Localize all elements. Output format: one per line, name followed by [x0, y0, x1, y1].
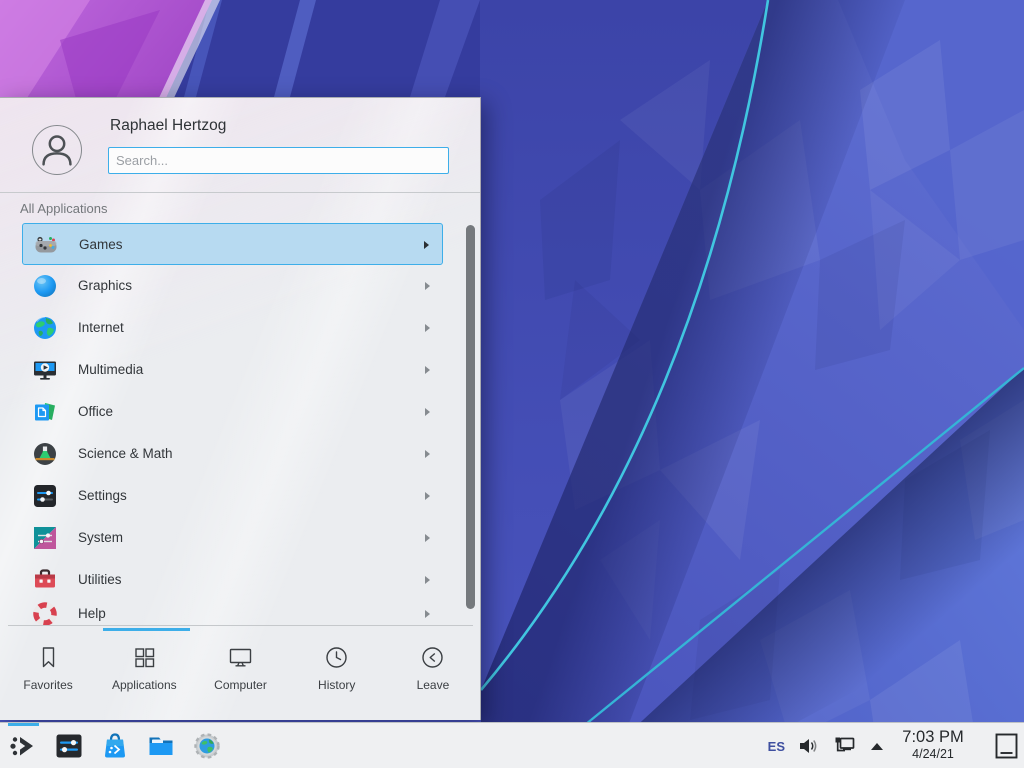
- submenu-arrow-icon: [425, 408, 430, 416]
- category-label: Help: [78, 593, 106, 625]
- active-launcher-indicator: [8, 723, 39, 726]
- internet-icon: [32, 315, 58, 341]
- search-input[interactable]: [108, 147, 449, 174]
- category-label: Multimedia: [78, 349, 143, 391]
- active-tab-indicator: [103, 628, 190, 631]
- expand-tray-caret-icon[interactable]: [870, 742, 884, 751]
- submenu-arrow-icon: [425, 450, 430, 458]
- submenu-arrow-icon: [425, 576, 430, 584]
- file-manager-icon[interactable]: [146, 731, 176, 761]
- app-launcher-icon[interactable]: [8, 731, 38, 761]
- category-games[interactable]: Games: [22, 223, 443, 265]
- graphics-icon: [32, 273, 58, 299]
- help-icon: [32, 601, 58, 625]
- category-label: Office: [78, 391, 113, 433]
- kickoff-tabbar: Favorites Applications Computer: [0, 632, 481, 721]
- submenu-arrow-icon: [425, 610, 430, 618]
- clock-date: 4/24/21: [888, 747, 978, 762]
- utilities-icon: [32, 567, 58, 593]
- tab-leave[interactable]: Leave: [385, 632, 481, 721]
- footer-divider: [8, 625, 473, 626]
- category-label: Settings: [78, 475, 127, 517]
- clock-time: 7:03 PM: [888, 727, 978, 747]
- history-icon: [323, 644, 350, 671]
- tab-history[interactable]: History: [289, 632, 385, 721]
- category-label: Games: [79, 224, 123, 266]
- network-icon[interactable]: [833, 735, 857, 757]
- discover-icon[interactable]: [100, 731, 130, 761]
- digital-clock[interactable]: 7:03 PM 4/24/21: [888, 727, 978, 762]
- category-graphics[interactable]: Graphics: [22, 265, 443, 307]
- category-label: Graphics: [78, 265, 132, 307]
- tab-applications[interactable]: Applications: [96, 632, 192, 721]
- tab-label: Applications: [112, 678, 177, 692]
- category-list: Games Graphics: [22, 223, 443, 625]
- section-label: All Applications: [20, 201, 107, 216]
- web-browser-icon[interactable]: [192, 731, 222, 761]
- submenu-arrow-icon: [425, 366, 430, 374]
- tab-label: History: [318, 678, 355, 692]
- show-desktop-button[interactable]: [992, 731, 1020, 761]
- submenu-arrow-icon: [425, 534, 430, 542]
- category-science-math[interactable]: Science & Math: [22, 433, 443, 475]
- category-multimedia[interactable]: Multimedia: [22, 349, 443, 391]
- header-divider: [0, 192, 480, 193]
- taskbar-launchers: [8, 731, 222, 761]
- system-settings-icon[interactable]: [54, 731, 84, 761]
- submenu-arrow-icon: [425, 492, 430, 500]
- system-tray: ES: [768, 723, 884, 768]
- user-name: Raphael Hertzog: [110, 117, 226, 135]
- submenu-arrow-icon: [425, 282, 430, 290]
- category-label: Science & Math: [78, 433, 173, 475]
- category-label: Internet: [78, 307, 124, 349]
- science-icon: [32, 441, 58, 467]
- office-icon: [32, 399, 58, 425]
- tab-computer[interactable]: Computer: [192, 632, 288, 721]
- favorites-icon: [35, 644, 62, 671]
- applications-icon: [131, 644, 158, 671]
- category-internet[interactable]: Internet: [22, 307, 443, 349]
- leave-icon: [419, 644, 446, 671]
- application-launcher-menu: Raphael Hertzog All Applications Games: [0, 97, 481, 720]
- tab-label: Leave: [417, 678, 450, 692]
- taskbar-panel: ES 7:03 PM 4/24/21: [0, 722, 1024, 768]
- category-system[interactable]: System: [22, 517, 443, 559]
- system-icon: [32, 525, 58, 551]
- category-help[interactable]: Help: [22, 593, 443, 625]
- submenu-arrow-icon: [425, 324, 430, 332]
- games-icon: [33, 232, 59, 258]
- show-desktop-icon: [994, 732, 1019, 760]
- tab-label: Favorites: [23, 678, 72, 692]
- category-settings[interactable]: Settings: [22, 475, 443, 517]
- computer-icon: [227, 644, 254, 671]
- tab-label: Computer: [214, 678, 267, 692]
- list-scrollbar[interactable]: [466, 225, 475, 609]
- keyboard-layout-indicator[interactable]: ES: [768, 739, 785, 754]
- multimedia-icon: [32, 357, 58, 383]
- category-office[interactable]: Office: [22, 391, 443, 433]
- settings-icon: [32, 483, 58, 509]
- category-label: System: [78, 517, 123, 559]
- volume-icon[interactable]: [798, 736, 820, 756]
- desktop: Raphael Hertzog All Applications Games: [0, 0, 1024, 768]
- tab-favorites[interactable]: Favorites: [0, 632, 96, 721]
- user-avatar-icon[interactable]: [32, 125, 82, 175]
- submenu-arrow-icon: [424, 241, 429, 249]
